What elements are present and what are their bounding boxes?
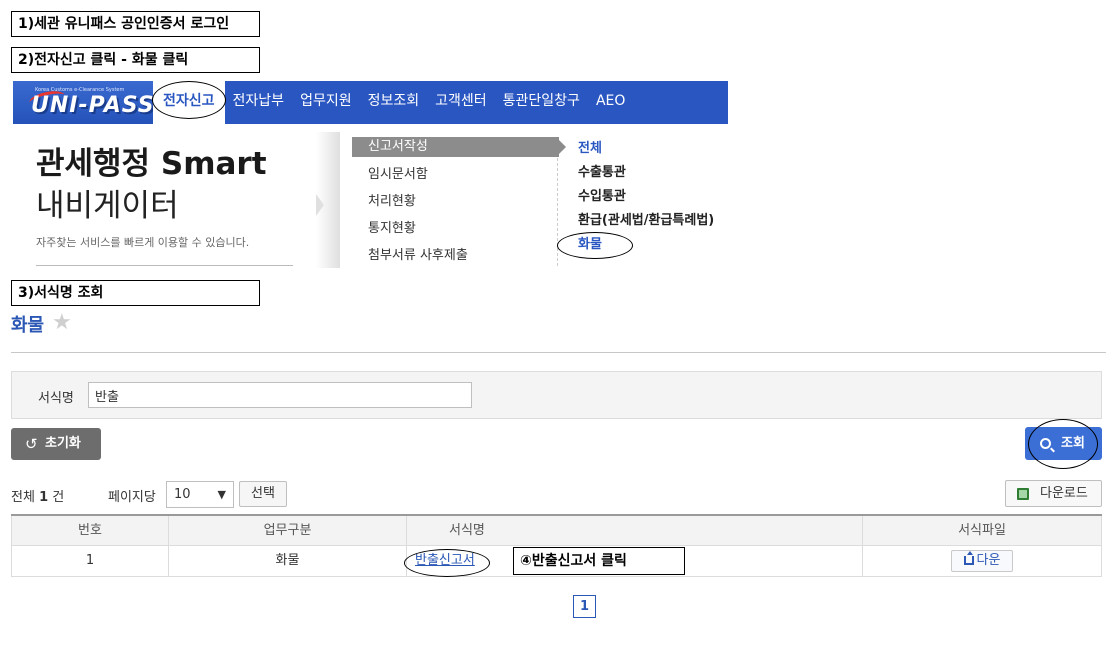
smart-navigator-panel: 관세행정 Smart 내비게이터 자주찾는 서비스를 빠르게 이용할 수 있습니… [20, 132, 340, 268]
nav-item-aeo[interactable]: AEO [588, 81, 633, 124]
total-prefix: 전체 [11, 490, 35, 505]
page-title: 화물 [11, 315, 45, 336]
cell-form-file: 다운 [863, 546, 1102, 576]
category-item-import[interactable]: 수입통관 [578, 187, 714, 211]
category-item-export[interactable]: 수출통관 [578, 163, 714, 187]
cell-number: 1 [11, 546, 169, 576]
instruction-step-2: 2)전자신고 클릭 - 화물 클릭 [11, 47, 260, 73]
upload-icon [963, 550, 974, 565]
file-download-button[interactable]: 다운 [950, 549, 1014, 572]
download-button[interactable]: 다운로드 [1005, 480, 1102, 507]
main-menu: 전자신고 전자납부 업무지원 정보조회 고객센터 통관단일창구 AEO [153, 81, 633, 124]
total-count-value: 1 [39, 490, 49, 505]
submenu-item-temp-box[interactable]: 임시문서함 [352, 164, 559, 191]
table-header-row: 번호 업무구분 서식명 서식파일 [11, 516, 1102, 546]
search-button[interactable]: 조회 [1025, 427, 1102, 460]
form-name-label: 서식명 [38, 391, 74, 406]
submenu-item-notice-status[interactable]: 통지현황 [352, 218, 559, 245]
submenu-divider [557, 158, 558, 266]
unipass-logo[interactable]: Korea Customs e-Clearance System UNI-PAS… [13, 81, 155, 124]
per-page-label: 페이지당 [108, 490, 156, 505]
total-count: 전체 1 건 [11, 486, 64, 505]
nav-item-electronic-payment[interactable]: 전자납부 [225, 81, 293, 124]
download-button-label: 다운로드 [1040, 486, 1088, 501]
search-button-label: 조회 [1061, 436, 1085, 451]
nav-item-electronic-report[interactable]: 전자신고 [153, 81, 225, 124]
search-icon [1040, 438, 1051, 449]
reset-button-label: 초기화 [45, 436, 81, 451]
title-divider [11, 352, 1106, 353]
header-number: 번호 [11, 516, 169, 545]
favorite-star-icon[interactable]: ★ [52, 311, 72, 335]
electronic-report-submenu: 신고서작성 임시문서함 처리현황 통지현황 첨부서류 사후제출 [352, 137, 566, 272]
category-item-cargo[interactable]: 화물 [578, 235, 714, 259]
header-category: 업무구분 [169, 516, 407, 545]
form-name-link[interactable]: 반출신고서 [415, 553, 475, 568]
nav-item-business-support[interactable]: 업무지원 [292, 81, 360, 124]
header-form-file: 서식파일 [863, 516, 1102, 545]
submenu-item-attachment-submit[interactable]: 첨부서류 사후제출 [352, 245, 559, 272]
top-navigation-bar: Korea Customs e-Clearance System UNI-PAS… [13, 81, 728, 124]
chevron-down-icon: ▼ [217, 488, 226, 501]
select-button[interactable]: 선택 [239, 481, 287, 507]
cell-category: 화물 [169, 546, 407, 576]
nav-item-customer-center[interactable]: 고객센터 [427, 81, 495, 124]
search-panel: 서식명 [11, 371, 1102, 419]
instruction-step-1: 1)세관 유니패스 공인인증서 로그인 [11, 11, 260, 37]
category-item-all[interactable]: 전체 [578, 139, 714, 163]
per-page-select[interactable]: 10 ▼ [166, 481, 234, 508]
per-page-value: 10 [174, 487, 191, 502]
category-item-refund[interactable]: 환급(관세법/환급특례법) [578, 211, 714, 235]
pagination-page-1[interactable]: 1 [573, 595, 596, 618]
submenu-item-processing-status[interactable]: 처리현황 [352, 191, 559, 218]
promo-title-line1: 관세행정 Smart [36, 146, 267, 182]
category-list: 전체 수출통관 수입통관 환급(관세법/환급특례법) 화물 [578, 139, 714, 259]
nav-item-info-inquiry[interactable]: 정보조회 [360, 81, 428, 124]
nav-item-single-window[interactable]: 통관단일창구 [495, 81, 588, 124]
file-download-label: 다운 [976, 552, 1001, 568]
reset-icon: ↺ [25, 435, 38, 453]
form-name-input[interactable] [88, 382, 472, 408]
logo-text: UNI-PASS [31, 93, 155, 118]
promo-divider [36, 265, 293, 266]
total-suffix: 건 [52, 490, 65, 505]
instruction-step-4: ④반출신고서 클릭 [513, 547, 685, 575]
panel-chevron-icon [316, 194, 324, 216]
submenu-item-write-report[interactable]: 신고서작성 [352, 137, 566, 157]
promo-title-line2: 내비게이터 [36, 188, 179, 224]
promo-description: 자주찾는 서비스를 빠르게 이용할 수 있습니다. [36, 236, 250, 249]
header-form-name: 서식명 [407, 516, 863, 545]
reset-button[interactable]: ↺ 초기화 [11, 428, 101, 460]
excel-icon [1017, 488, 1029, 500]
instruction-step-3: 3)서식명 조회 [11, 280, 260, 306]
